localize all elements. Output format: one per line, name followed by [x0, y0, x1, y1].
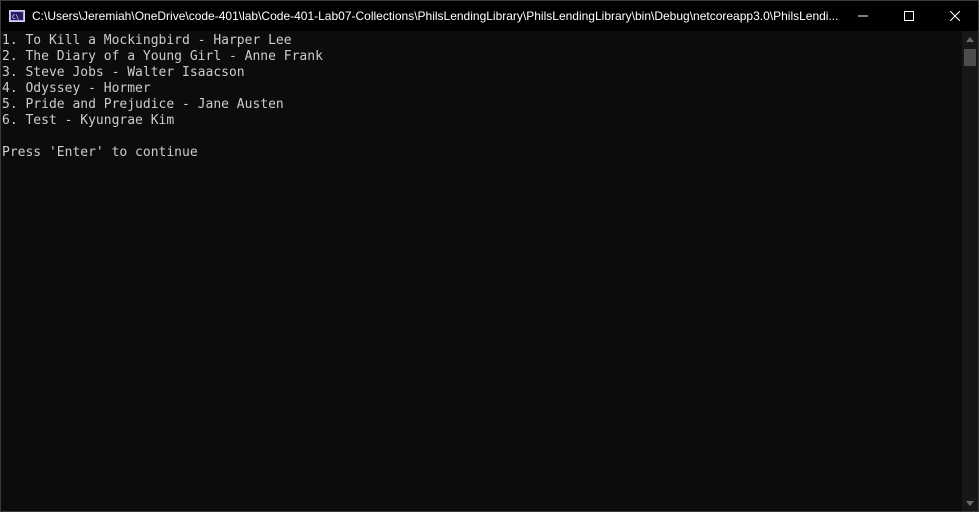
- minimize-icon: [858, 15, 868, 17]
- console-line: 6. Test - Kyungrae Kim: [2, 113, 175, 128]
- console-prompt-line: Press 'Enter' to continue: [2, 145, 198, 160]
- maximize-icon: [904, 11, 914, 21]
- console-line: 2. The Diary of a Young Girl - Anne Fran…: [2, 49, 323, 64]
- console-line: 5. Pride and Prejudice - Jane Austen: [2, 97, 284, 112]
- maximize-button[interactable]: [886, 1, 932, 31]
- chevron-up-icon: [966, 36, 974, 42]
- close-button[interactable]: [932, 1, 978, 31]
- console-output[interactable]: 1. To Kill a Mockingbird - Harper Lee 2.…: [1, 31, 962, 511]
- minimize-button[interactable]: [840, 1, 886, 31]
- svg-text:C\: C\: [12, 14, 20, 20]
- close-icon: [950, 11, 960, 21]
- console-line: 4. Odyssey - Hormer: [2, 81, 151, 96]
- console-window: C\ C:\Users\Jeremiah\OneDrive\code-401\l…: [0, 0, 979, 512]
- scroll-up-button[interactable]: [962, 31, 978, 47]
- console-app-icon[interactable]: C\: [9, 10, 25, 22]
- title-bar[interactable]: C\ C:\Users\Jeremiah\OneDrive\code-401\l…: [1, 1, 978, 31]
- scrollbar-thumb[interactable]: [964, 49, 976, 66]
- vertical-scrollbar[interactable]: [962, 31, 978, 511]
- console-line: 1. To Kill a Mockingbird - Harper Lee: [2, 33, 292, 48]
- scroll-down-button[interactable]: [962, 495, 978, 511]
- chevron-down-icon: [966, 500, 974, 506]
- window-title: C:\Users\Jeremiah\OneDrive\code-401\lab\…: [32, 9, 839, 23]
- console-line: 3. Steve Jobs - Walter Isaacson: [2, 65, 245, 80]
